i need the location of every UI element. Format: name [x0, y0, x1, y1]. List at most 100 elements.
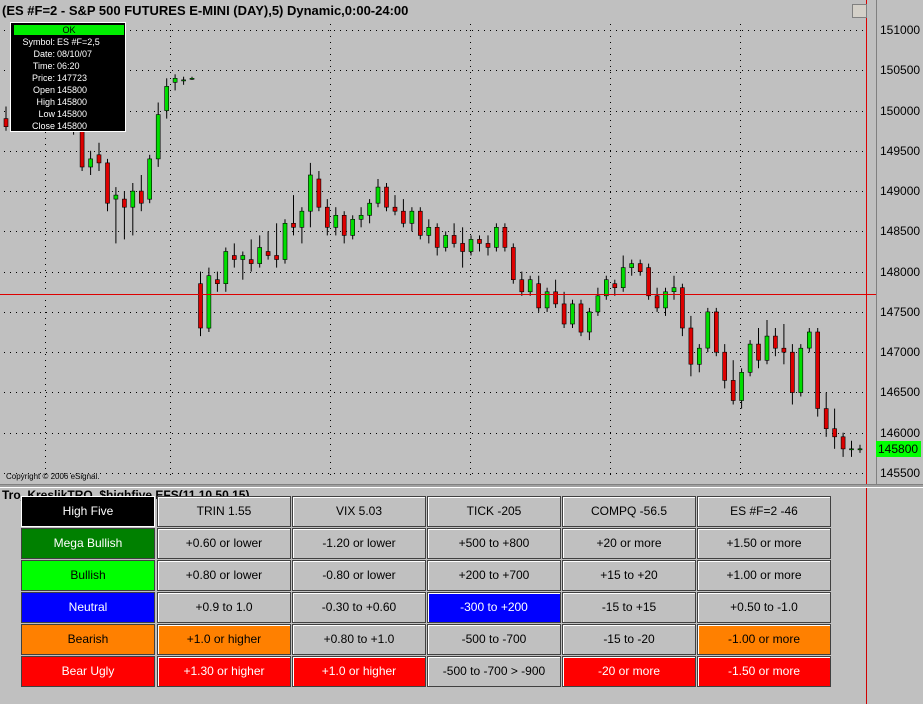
candle	[595, 287, 601, 316]
candle-body-down	[460, 243, 465, 252]
candle-body-up	[468, 239, 474, 252]
candle	[790, 344, 795, 405]
table-cell: +0.80 or lower	[157, 560, 291, 591]
table-cell: Neutral	[21, 592, 155, 623]
candle-body-down	[324, 206, 330, 228]
candle-body-up	[587, 311, 592, 333]
candle	[510, 243, 516, 284]
candle	[164, 78, 169, 119]
candle-body-up	[806, 331, 812, 349]
info-row: Symbol: ES #F=2,5	[11, 36, 127, 48]
candle	[781, 324, 787, 365]
candle-body-down	[688, 327, 694, 365]
chart-title: (ES #F=2 - S&P 500 FUTURES E-MINI (DAY),…	[2, 3, 409, 18]
candle-body-down	[341, 215, 347, 236]
candle	[189, 76, 195, 80]
table-cell: Bear Ugly	[21, 656, 155, 687]
candle-body-down	[510, 247, 516, 281]
candle-body-down	[79, 126, 85, 168]
table-cell: Mega Bullish	[21, 528, 155, 559]
candle	[553, 279, 558, 308]
table-cell: +15 to +20	[562, 560, 696, 591]
candle-body-up	[629, 263, 635, 268]
candle-body-down	[417, 210, 423, 236]
candle-body-down	[477, 239, 482, 244]
candle	[130, 183, 136, 236]
candle-body-up	[747, 343, 753, 373]
table-cell: +1.0 or higher	[292, 656, 426, 687]
candle	[527, 275, 533, 296]
candle	[308, 162, 313, 228]
info-value: 08/10/07	[57, 49, 93, 59]
table-cell: +0.80 to +1.0	[292, 624, 426, 655]
candle-body-up	[849, 448, 854, 451]
candle-body-up	[764, 335, 770, 361]
candle	[282, 219, 288, 264]
info-label: Time:	[32, 61, 55, 71]
candle-body-up	[240, 255, 246, 260]
candle-body-down	[3, 118, 9, 127]
candle	[139, 175, 144, 212]
info-value: 147723	[57, 73, 88, 83]
candle	[747, 340, 753, 377]
price-chart-pane[interactable]: (ES #F=2 - S&P 500 FUTURES E-MINI (DAY),…	[0, 0, 923, 484]
price-axis-label: 150500	[880, 63, 921, 77]
close-window-button[interactable]	[852, 4, 867, 18]
candle	[612, 279, 618, 296]
candle-body-up	[181, 79, 186, 82]
candle	[840, 432, 846, 457]
candlestick-chart[interactable]	[0, 0, 923, 484]
table-cell: -300 to +200	[427, 592, 561, 623]
info-status: OK	[14, 25, 124, 35]
candle-body-up	[147, 158, 152, 200]
candle	[798, 344, 804, 397]
table-cell: +200 to +700	[427, 560, 561, 591]
cursor-info-window[interactable]: OK Symbol: ES #F=2,5 Date: 08/10/07 Time: 06:…	[10, 22, 126, 132]
info-label: Symbol:	[22, 37, 55, 47]
price-axis-label: 147500	[880, 305, 921, 319]
candle	[654, 287, 660, 312]
info-value: 145800	[57, 109, 88, 119]
info-label: Close	[31, 121, 55, 131]
candle-body-up	[172, 78, 178, 83]
candle-body-down	[790, 351, 795, 393]
candle	[485, 235, 491, 256]
price-axis-label: 150000	[880, 104, 921, 118]
table-cell: +1.50 or more	[697, 528, 831, 559]
candle-body-up	[443, 235, 449, 248]
current-price-marker: 145800	[876, 441, 921, 457]
candle	[443, 231, 449, 252]
candle-body-down	[730, 380, 736, 401]
info-value: ES #F=2,5	[57, 37, 100, 47]
candle-body-down	[713, 311, 719, 353]
candle-body-down	[392, 206, 398, 212]
candle	[764, 320, 770, 365]
candle-body-up	[333, 215, 339, 228]
table-cell: +1.00 or more	[697, 560, 831, 591]
info-value: 145800	[57, 121, 88, 131]
candle	[730, 360, 736, 405]
candle	[147, 154, 152, 204]
candle	[823, 392, 829, 437]
candle	[468, 235, 474, 256]
table-cell: +0.50 to -1.0	[697, 592, 831, 623]
price-axis[interactable]: 151000 150500 150000 149500 149000 148500 1480…	[876, 0, 923, 484]
candle-body-down	[561, 303, 567, 325]
candle-body-down	[722, 351, 728, 381]
candle	[113, 187, 119, 244]
candle	[215, 271, 220, 292]
info-row: Time: 06:20	[11, 60, 127, 72]
price-axis-label: 146500	[880, 385, 921, 399]
candle	[477, 235, 482, 252]
candle	[384, 183, 389, 212]
table-cell: -500 to -700	[427, 624, 561, 655]
candle	[367, 199, 372, 224]
table-cell: -20 or more	[562, 656, 696, 687]
table-cell: -1.50 or more	[697, 656, 831, 687]
candle	[460, 227, 465, 268]
price-axis-label: 148000	[880, 265, 921, 279]
candle-body-up	[527, 279, 533, 293]
candle-body-down	[265, 251, 271, 256]
candle-body-up	[494, 227, 499, 248]
info-label: Low	[38, 109, 55, 119]
